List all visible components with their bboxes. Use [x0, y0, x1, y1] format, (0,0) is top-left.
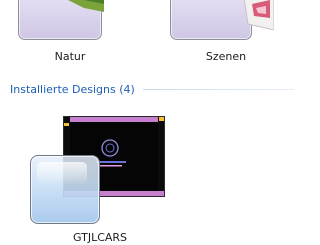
theme-tile-natur[interactable]: Natur — [10, 0, 130, 68]
theme-glass-overlay — [30, 155, 100, 224]
theme-tile-szenen[interactable]: Szenen — [164, 0, 288, 68]
nature-wallpaper-icon — [68, 0, 104, 12]
section-title: Installierte Designs (4) — [10, 82, 135, 96]
section-divider — [142, 88, 294, 90]
theme-thumbnail-natur — [18, 0, 104, 40]
theme-frame-szenen — [170, 0, 252, 40]
theme-label-gtjlcars: GTJLCARS — [72, 231, 128, 244]
theme-thumbnail-szenen — [170, 0, 274, 40]
scene-wallpaper-icon — [244, 0, 274, 30]
glass-shine — [37, 162, 87, 184]
theme-label-szenen: Szenen — [205, 50, 247, 63]
installed-designs-header: Installierte Designs (4) — [10, 81, 294, 97]
theme-label-natur: Natur — [54, 50, 86, 63]
